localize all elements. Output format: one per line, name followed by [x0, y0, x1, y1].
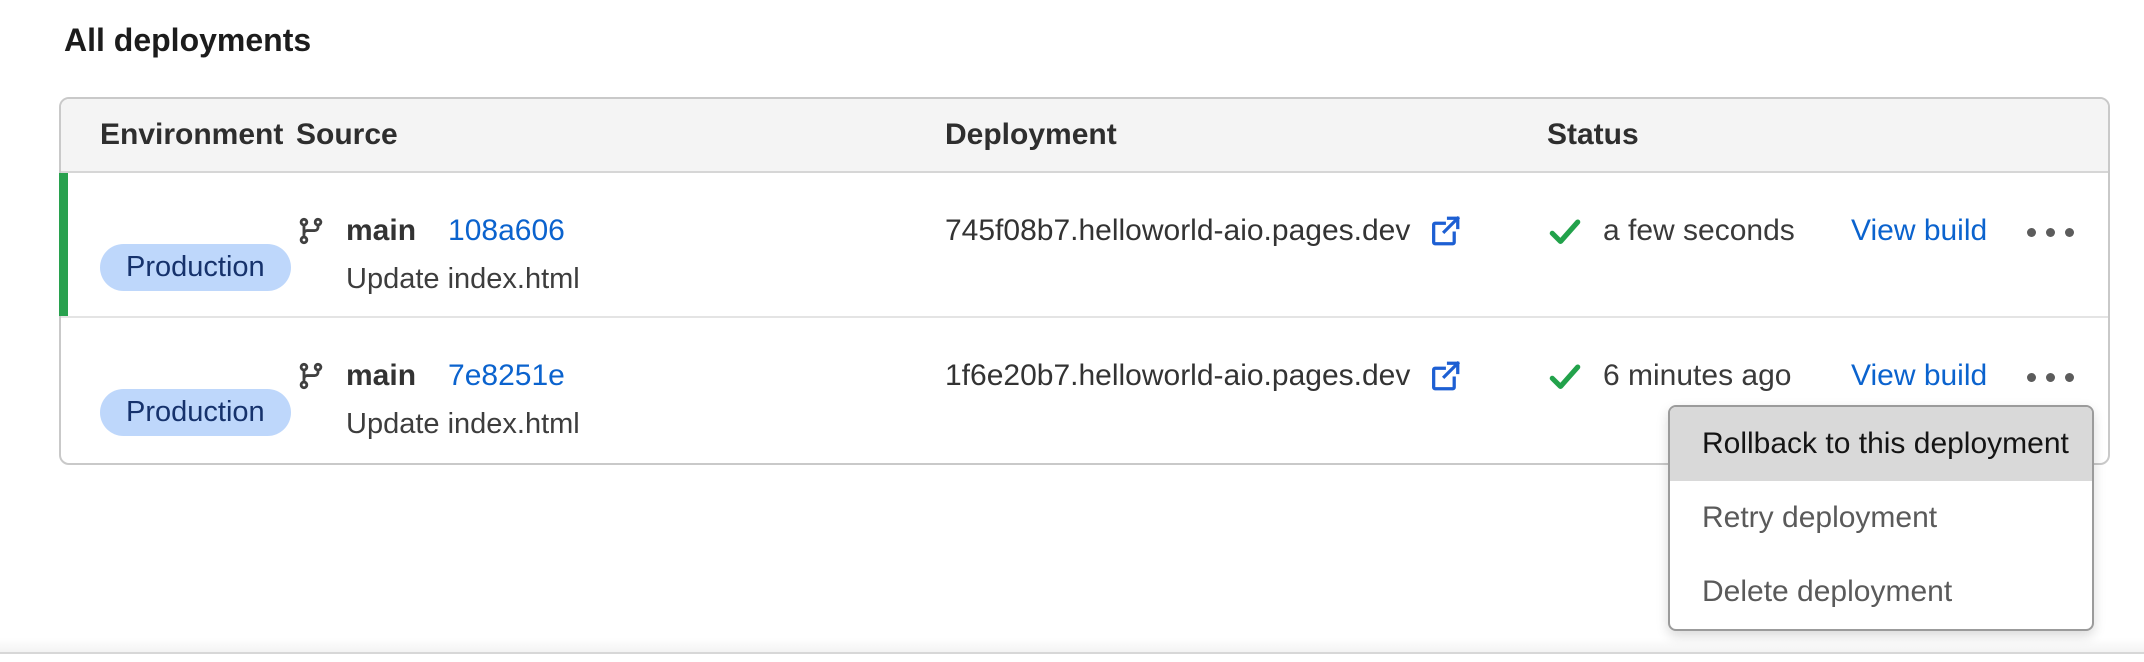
deployment-url: 1f6e20b7.helloworld-aio.pages.dev	[945, 359, 1410, 393]
column-header-environment: Environment	[100, 118, 296, 152]
branch-name: main	[346, 359, 416, 393]
status-cell: a few seconds	[1547, 173, 1851, 316]
column-header-deployment: Deployment	[945, 118, 1547, 152]
page-title: All deployments	[64, 22, 311, 59]
git-branch-icon	[296, 361, 326, 391]
external-link-icon[interactable]	[1428, 359, 1462, 393]
environment-cell: Production	[100, 318, 296, 463]
actions-cell: View build	[1851, 173, 2108, 316]
page-bottom-divider	[0, 638, 2144, 654]
ellipsis-icon[interactable]	[2023, 212, 2078, 252]
ellipsis-icon[interactable]	[2023, 357, 2078, 397]
commit-link[interactable]: 108a606	[448, 214, 565, 248]
status-text: 6 minutes ago	[1603, 359, 1791, 393]
menu-item-rollback[interactable]: Rollback to this deployment	[1670, 407, 2092, 481]
column-header-status: Status	[1547, 118, 1851, 152]
commit-message: Update index.html	[346, 404, 945, 444]
branch-name: main	[346, 214, 416, 248]
environment-badge: Production	[100, 389, 291, 436]
check-icon	[1547, 213, 1583, 249]
commit-message: Update index.html	[346, 259, 945, 299]
external-link-icon[interactable]	[1428, 214, 1462, 248]
commit-link[interactable]: 7e8251e	[448, 359, 565, 393]
status-text: a few seconds	[1603, 214, 1795, 248]
table-header-row: Environment Source Deployment Status	[61, 99, 2108, 173]
view-build-link[interactable]: View build	[1851, 214, 1987, 248]
environment-cell: Production	[100, 173, 296, 316]
check-icon	[1547, 358, 1583, 394]
source-cell: main 108a606 Update index.html	[296, 173, 945, 316]
column-header-source: Source	[296, 118, 945, 152]
deployment-row: Production main 108a606 Update index.htm…	[61, 173, 2108, 318]
deployment-context-menu: Rollback to this deployment Retry deploy…	[1668, 405, 2094, 631]
deployment-cell: 1f6e20b7.helloworld-aio.pages.dev	[945, 318, 1547, 463]
git-branch-icon	[296, 216, 326, 246]
menu-item-retry[interactable]: Retry deployment	[1670, 481, 2092, 555]
deployment-cell: 745f08b7.helloworld-aio.pages.dev	[945, 173, 1547, 316]
source-cell: main 7e8251e Update index.html	[296, 318, 945, 463]
view-build-link[interactable]: View build	[1851, 359, 1987, 393]
menu-item-delete[interactable]: Delete deployment	[1670, 555, 2092, 629]
environment-badge: Production	[100, 244, 291, 291]
deployment-url: 745f08b7.helloworld-aio.pages.dev	[945, 214, 1410, 248]
